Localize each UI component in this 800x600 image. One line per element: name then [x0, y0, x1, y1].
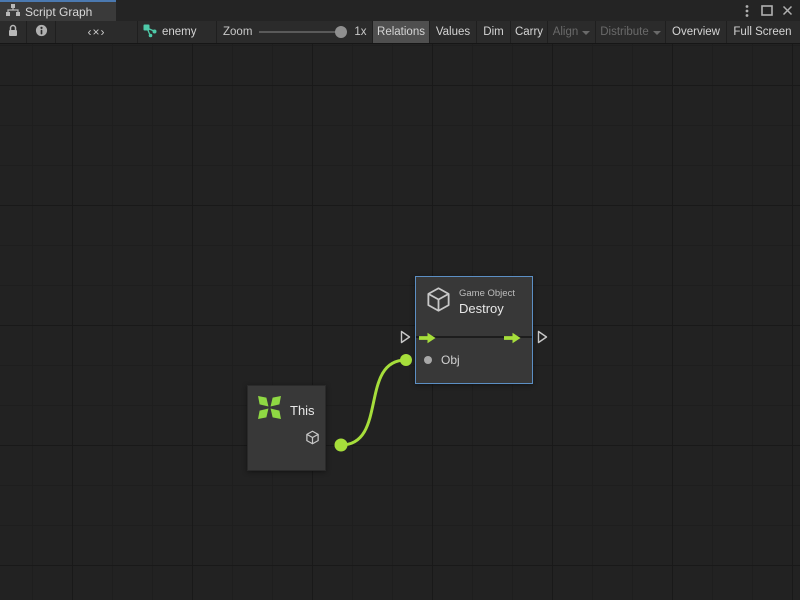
relations-button[interactable]: Relations	[373, 21, 430, 43]
node-destroy-header: Game Object Destroy	[416, 277, 532, 318]
lock-icon	[7, 24, 19, 40]
distribute-dropdown[interactable]: Distribute	[596, 21, 666, 43]
graph-name: enemy	[162, 26, 197, 38]
zoom-slider-handle[interactable]	[335, 26, 347, 38]
flow-input-arrow-icon[interactable]	[419, 331, 436, 349]
zoom-control: Zoom 1x	[217, 21, 373, 43]
lock-button[interactable]	[0, 21, 27, 43]
node-destroy-title: Destroy	[459, 301, 515, 316]
obj-port-dot[interactable]	[424, 356, 432, 364]
graph-breadcrumb[interactable]: enemy	[138, 21, 217, 43]
window-controls	[739, 0, 800, 21]
tab-title: Script Graph	[25, 5, 92, 19]
cube-icon	[425, 286, 452, 318]
zoom-slider[interactable]	[259, 31, 345, 33]
flow-output-arrow-icon[interactable]	[504, 331, 521, 349]
flow-output-port-triangle[interactable]	[537, 330, 548, 349]
code-view-button[interactable]: ‹×›	[56, 21, 138, 43]
dim-button[interactable]: Dim	[477, 21, 511, 43]
info-button[interactable]	[27, 21, 56, 43]
fullscreen-button[interactable]: Full Screen	[727, 21, 798, 43]
chevron-down-icon	[653, 31, 661, 35]
obj-input-label: Obj	[441, 353, 460, 367]
graph-icon	[143, 24, 157, 41]
graph-toolbar: ‹×› enemy Zoom 1x Relations Values Dim C…	[0, 21, 800, 44]
connection-wire	[0, 44, 800, 600]
this-icon	[257, 395, 282, 425]
title-bar: Script Graph	[0, 0, 800, 21]
obj-input-row: Obj	[424, 353, 460, 367]
chevron-down-icon	[582, 31, 590, 35]
graph-canvas[interactable]: This Game Object Dest	[0, 44, 800, 600]
script-graph-icon	[6, 3, 20, 21]
cube-output-port[interactable]	[305, 430, 320, 450]
distribute-label: Distribute	[600, 26, 649, 38]
node-this-title: This	[290, 403, 315, 418]
script-graph-window: Script Graph	[0, 0, 800, 600]
info-icon	[35, 24, 48, 40]
flow-input-port-triangle[interactable]	[400, 330, 411, 349]
align-dropdown[interactable]: Align	[548, 21, 596, 43]
zoom-label: Zoom	[223, 26, 252, 38]
align-label: Align	[553, 26, 579, 38]
node-this[interactable]: This	[247, 385, 326, 471]
zoom-value: 1x	[354, 26, 366, 38]
maximize-icon[interactable]	[759, 3, 775, 19]
node-destroy-category: Game Object	[459, 288, 515, 299]
code-icon: ‹×›	[88, 25, 106, 39]
carry-button[interactable]: Carry	[511, 21, 548, 43]
node-this-header: This	[248, 386, 325, 425]
tab-script-graph[interactable]: Script Graph	[0, 0, 116, 21]
overview-button[interactable]: Overview	[666, 21, 727, 43]
close-icon[interactable]	[779, 3, 795, 19]
menu-icon[interactable]	[739, 3, 755, 19]
node-destroy[interactable]: Game Object Destroy	[415, 276, 533, 384]
values-button[interactable]: Values	[430, 21, 477, 43]
